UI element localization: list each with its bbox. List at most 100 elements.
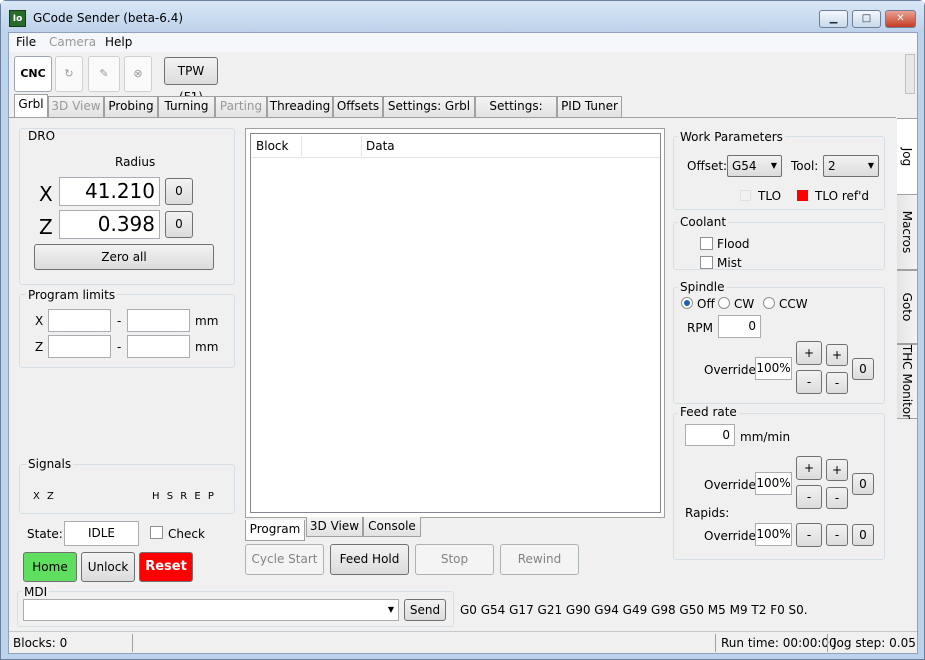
tool-value: 2 [828, 159, 836, 173]
grid-col-divider [361, 136, 362, 156]
unlock-button[interactable]: Unlock [81, 552, 135, 582]
close-file-icon[interactable]: ⊗ [124, 56, 152, 92]
signals-title: Signals [26, 457, 74, 471]
limit-x-min-field[interactable] [48, 309, 111, 332]
tab-3d-view-bottom[interactable]: 3D View [306, 517, 363, 537]
mist-label: Mist [717, 256, 742, 270]
spindle-off-label: Off [697, 297, 715, 311]
tab-program[interactable]: Program [245, 520, 305, 541]
spindle-minus-button[interactable]: - [796, 370, 822, 394]
feed-minus-button[interactable]: - [796, 485, 822, 509]
spindle-override-label: Override [704, 363, 756, 377]
offset-select[interactable]: G54 ▼ [727, 155, 782, 177]
tab-3d-view[interactable]: 3D View [48, 96, 104, 117]
rewind-button[interactable]: Rewind [500, 544, 579, 575]
limit-z-label: Z [35, 340, 44, 354]
tab-settings-app[interactable]: Settings: App [475, 96, 557, 132]
tab-pid-tuner[interactable]: PID Tuner [557, 96, 622, 117]
signals-inputs: H S R E P [152, 491, 214, 502]
spindle-plus-small-button[interactable]: + [826, 344, 848, 366]
signals-axes: X Z [33, 491, 54, 502]
reset-button[interactable]: Reset [139, 552, 193, 582]
status-separator [132, 634, 133, 652]
spindle-override-field[interactable]: 100% [755, 357, 792, 380]
zero-z-button[interactable]: 0 [165, 211, 193, 238]
feed-override-field[interactable]: 100% [755, 472, 792, 495]
tab-offsets[interactable]: Offsets [333, 96, 383, 117]
jog-step: Jog step: 0.05 [833, 636, 916, 650]
zero-all-button[interactable]: Zero all [34, 244, 214, 270]
spindle-minus-small-button[interactable]: - [826, 372, 848, 394]
work-parameters-title: Work Parameters [678, 130, 785, 144]
minimize-button[interactable]: ▁ [819, 10, 848, 28]
mdi-send-button[interactable]: Send [404, 599, 446, 621]
side-tab-macros[interactable]: Macros [897, 194, 918, 270]
chevron-down-icon: ▼ [867, 161, 874, 170]
cycle-start-button[interactable]: Cycle Start [245, 544, 324, 575]
feed-hold-button[interactable]: Feed Hold [330, 544, 409, 575]
tpw-button[interactable]: TPW (F1) [164, 57, 218, 104]
dro-x-value: 41.210 [59, 177, 160, 206]
stop-button[interactable]: Stop [415, 544, 494, 575]
feed-minus-small-button[interactable]: - [826, 487, 848, 509]
spindle-ccw-radio[interactable] [763, 297, 775, 309]
rapids-reset-button[interactable]: 0 [852, 524, 874, 546]
grid-header [251, 134, 660, 158]
tab-probing[interactable]: Probing [104, 96, 158, 117]
spindle-plus-button[interactable]: + [796, 341, 822, 365]
spindle-ccw-label: CCW [779, 297, 808, 311]
signals-group [19, 464, 235, 514]
limit-z-dash: - [117, 340, 122, 354]
tool-select[interactable]: 2 ▼ [823, 155, 879, 177]
tab-parting[interactable]: Parting [215, 96, 267, 117]
spindle-reset-button[interactable]: 0 [852, 358, 874, 380]
grid-col-data[interactable]: Data [366, 139, 395, 153]
toolbar-overflow-handle[interactable] [905, 54, 915, 94]
check-mode-checkbox[interactable] [150, 526, 163, 539]
spindle-cw-radio[interactable] [718, 297, 730, 309]
menu-camera[interactable]: Camera [49, 35, 96, 49]
tab-grbl[interactable]: Grbl [14, 94, 48, 118]
tlo-refd-label: TLO ref'd [815, 189, 870, 203]
app-window: Io GCode Sender (beta-6.4) ▁ □ ✕ File Ca… [0, 0, 925, 660]
state-label: State: [27, 527, 63, 541]
home-button[interactable]: Home [23, 552, 77, 582]
menu-bar: File Camera Help [9, 33, 917, 52]
tab-threading[interactable]: Threading [267, 96, 333, 117]
tab-settings-grbl[interactable]: Settings: Grbl [383, 96, 475, 117]
mist-checkbox[interactable] [700, 256, 713, 269]
spindle-off-radio[interactable] [681, 297, 693, 309]
program-grid[interactable]: Block Data [250, 133, 661, 513]
rapids-minus-button[interactable]: - [796, 523, 822, 547]
side-tab-goto[interactable]: Goto [897, 270, 918, 344]
zero-x-button[interactable]: 0 [165, 178, 193, 205]
grid-col-block[interactable]: Block [256, 139, 288, 153]
feed-plus-small-button[interactable]: + [826, 459, 848, 481]
tab-console[interactable]: Console [363, 517, 421, 537]
title-bar[interactable]: Io GCode Sender (beta-6.4) ▁ □ ✕ [1, 1, 924, 33]
reload-icon[interactable]: ↻ [55, 56, 83, 92]
side-tab-thc-monitor[interactable]: THC Monitor [897, 344, 918, 419]
limit-z-min-field[interactable] [48, 335, 111, 358]
close-button[interactable]: ✕ [885, 10, 916, 28]
flood-checkbox[interactable] [700, 237, 713, 250]
edit-icon[interactable]: ✎ [88, 56, 120, 92]
blocks-count: Blocks: 0 [13, 636, 68, 650]
limit-x-max-field[interactable] [127, 309, 190, 332]
maximize-button[interactable]: □ [852, 10, 881, 28]
side-tab-jog[interactable]: Jog [897, 118, 918, 196]
rapids-override-field[interactable]: 100% [755, 523, 792, 546]
menu-help[interactable]: Help [105, 35, 132, 49]
spindle-title: Spindle [678, 280, 727, 294]
open-file-icon[interactable]: CNC [14, 56, 52, 92]
mdi-dropdown-icon[interactable]: ▼ [388, 605, 394, 614]
limit-z-max-field[interactable] [127, 335, 190, 358]
rapids-minus-small-button[interactable]: - [826, 524, 848, 546]
tab-turning[interactable]: Turning [158, 96, 215, 117]
offset-label: Offset: [687, 159, 728, 173]
feed-plus-button[interactable]: + [796, 456, 822, 480]
menu-file[interactable]: File [16, 35, 36, 49]
rpm-field[interactable]: 0 [718, 315, 761, 338]
feed-reset-button[interactable]: 0 [852, 473, 874, 495]
mdi-input[interactable]: ▼ [23, 599, 399, 621]
